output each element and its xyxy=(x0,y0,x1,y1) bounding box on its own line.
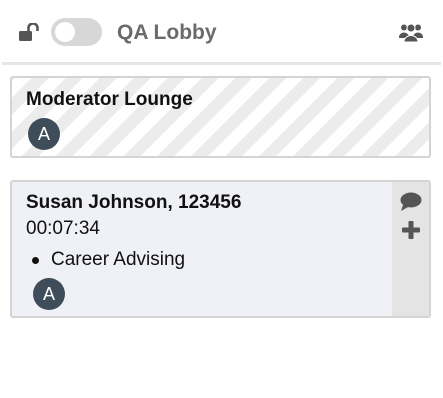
lobby-title: QA Lobby xyxy=(117,21,217,44)
list-item: Career Advising xyxy=(26,248,185,272)
lobby-lock-toggle[interactable] xyxy=(51,18,102,46)
bullet-icon xyxy=(32,257,39,264)
chat-bubble-icon[interactable] xyxy=(400,192,422,212)
toggle-knob xyxy=(55,22,75,42)
service-label: Career Advising xyxy=(51,249,186,270)
moderator-lounge-title: Moderator Lounge xyxy=(26,89,193,110)
avatar: A xyxy=(33,278,65,310)
moderator-lounge-card[interactable]: Moderator Lounge A xyxy=(10,76,431,158)
header-divider xyxy=(2,62,441,65)
unlocked-padlock-icon xyxy=(19,23,39,41)
avatar: A xyxy=(28,118,60,150)
service-list: Career Advising xyxy=(26,248,185,272)
session-actions xyxy=(392,182,429,316)
session-timer: 00:07:34 xyxy=(26,218,100,239)
session-card[interactable]: Susan Johnson, 123456 00:07:34 Career Ad… xyxy=(10,180,431,318)
session-title: Susan Johnson, 123456 xyxy=(26,192,242,213)
users-group-icon[interactable] xyxy=(399,22,423,42)
lobby-header: QA Lobby xyxy=(0,0,443,62)
plus-icon[interactable] xyxy=(402,221,420,239)
